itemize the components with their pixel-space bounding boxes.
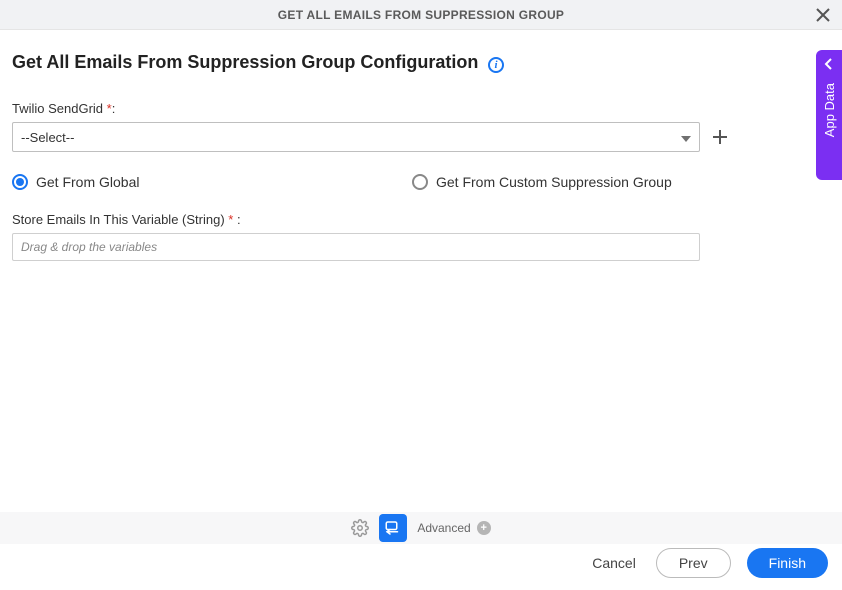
radio-get-from-custom[interactable]: Get From Custom Suppression Group — [412, 174, 672, 190]
label-colon: : — [112, 101, 116, 116]
plus-icon — [712, 129, 728, 145]
footer-buttons: Cancel Prev Finish — [588, 548, 828, 578]
close-button[interactable] — [812, 4, 834, 26]
twilio-label-text: Twilio SendGrid — [12, 101, 107, 116]
radio-icon — [412, 174, 428, 190]
radio-custom-label: Get From Custom Suppression Group — [436, 174, 672, 190]
cancel-button[interactable]: Cancel — [588, 549, 640, 577]
advanced-toggle[interactable]: Advanced + — [417, 521, 490, 535]
label-colon: : — [233, 212, 240, 227]
store-variable-label-text: Store Emails In This Variable (String) — [12, 212, 228, 227]
config-form: Get All Emails From Suppression Group Co… — [0, 30, 842, 261]
app-data-label: App Data — [822, 83, 837, 137]
radio-icon — [12, 174, 28, 190]
settings-button[interactable] — [351, 519, 369, 537]
source-radio-group: Get From Global Get From Custom Suppress… — [12, 174, 712, 190]
twilio-label: Twilio SendGrid *: — [12, 101, 824, 116]
store-variable-placeholder: Drag & drop the variables — [21, 240, 157, 254]
twilio-select-value: --Select-- — [21, 130, 74, 145]
radio-global-label: Get From Global — [36, 174, 139, 190]
store-variable-field: Store Emails In This Variable (String) *… — [12, 212, 824, 261]
radio-get-from-global[interactable]: Get From Global — [12, 174, 412, 190]
chevron-left-icon — [824, 58, 834, 73]
plus-circle-icon: + — [477, 521, 491, 535]
gear-icon — [351, 519, 369, 537]
modal-title: GET ALL EMAILS FROM SUPPRESSION GROUP — [278, 8, 564, 22]
twilio-select-row: --Select-- — [12, 122, 824, 152]
page-title: Get All Emails From Suppression Group Co… — [12, 52, 478, 73]
twilio-select[interactable]: --Select-- — [12, 122, 700, 152]
add-connection-button[interactable] — [710, 127, 730, 147]
chevron-down-icon — [681, 130, 691, 145]
app-data-panel-toggle[interactable]: App Data — [816, 50, 842, 180]
twilio-field: Twilio SendGrid *: --Select-- — [12, 101, 824, 152]
title-row: Get All Emails From Suppression Group Co… — [12, 52, 824, 73]
finish-button[interactable]: Finish — [747, 548, 828, 578]
prev-button[interactable]: Prev — [656, 548, 731, 578]
info-icon[interactable]: i — [488, 57, 504, 73]
modal-header: GET ALL EMAILS FROM SUPPRESSION GROUP — [0, 0, 842, 30]
advanced-label: Advanced — [417, 521, 470, 535]
variable-mapper-button[interactable] — [379, 514, 407, 542]
store-variable-label: Store Emails In This Variable (String) *… — [12, 212, 824, 227]
footer-toolbar: Advanced + — [0, 512, 842, 544]
close-icon — [816, 8, 830, 22]
variable-mapper-icon — [384, 519, 402, 537]
store-variable-input[interactable]: Drag & drop the variables — [12, 233, 700, 261]
